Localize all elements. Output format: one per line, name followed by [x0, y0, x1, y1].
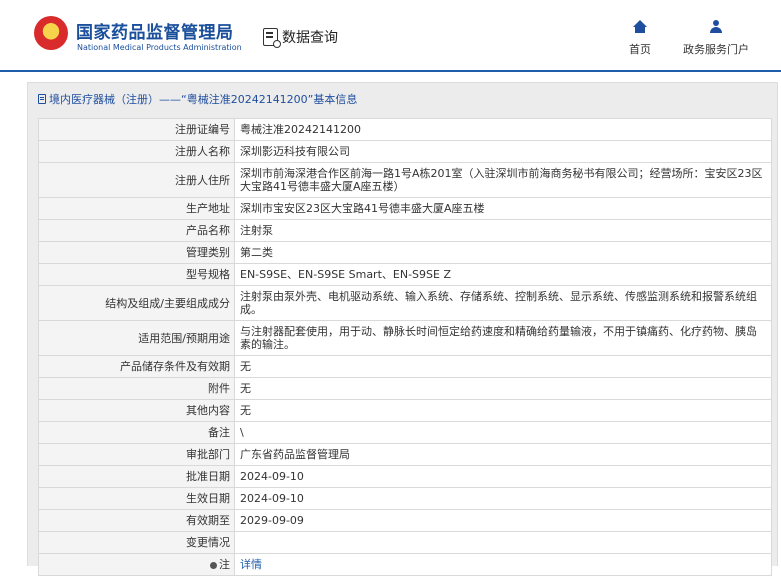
- document-search-icon: [263, 28, 281, 48]
- field-value: 粤械注准20242141200: [234, 118, 772, 141]
- table-row: 注册人名称 深圳影迈科技有限公司: [38, 140, 772, 163]
- field-value: 深圳市宝安区23区大宝路41号德丰盛大厦A座五楼: [234, 197, 772, 220]
- field-value: 与注射器配套使用，用于动、静脉长时间恒定给药速度和精确给药量输液，不用于镇痛药、…: [234, 320, 772, 356]
- table-row: 适用范围/预期用途 与注射器配套使用，用于动、静脉长时间恒定给药速度和精确给药量输…: [38, 320, 772, 356]
- field-value: \: [234, 421, 772, 444]
- table-row: 注册证编号 粤械注准20242141200: [38, 118, 772, 141]
- table-row: 产品储存条件及有效期无: [38, 355, 772, 378]
- field-value: 深圳市前海深港合作区前海一路1号A栋201室（入驻深圳市前海商务秘书有限公司；经…: [234, 162, 772, 198]
- field-label: 备注: [38, 421, 235, 444]
- table-row: 注册人住所 深圳市前海深港合作区前海一路1号A栋201室（入驻深圳市前海商务秘书有…: [38, 162, 772, 198]
- field-value: 第二类: [234, 241, 772, 264]
- field-value: 广东省药品监督管理局: [234, 443, 772, 466]
- detail-panel: 境内医疗器械（注册）——“粤械注准20242141200”基本信息 注册证编号粤…: [27, 82, 778, 576]
- field-value: 无: [234, 377, 772, 400]
- table-row: 产品名称 注射泵: [38, 219, 772, 242]
- document-icon: [38, 94, 46, 104]
- field-label-note: 注: [38, 553, 235, 576]
- field-label: 其他内容: [38, 399, 235, 422]
- field-value: 无: [234, 399, 772, 422]
- field-value: 注射泵由泵外壳、电机驱动系统、输入系统、存储系统、控制系统、显示系统、传感监测系…: [234, 285, 772, 321]
- brand-name-cn[interactable]: 国家药品监督管理局: [76, 18, 234, 43]
- field-label: 审批部门: [38, 443, 235, 466]
- nav-service-portal-link[interactable]: 政务服务门户: [678, 20, 754, 57]
- field-label: 生效日期: [38, 487, 235, 510]
- field-label: 结构及组成/主要组成成分: [38, 285, 235, 321]
- data-query-title: 数据查询: [263, 26, 338, 48]
- national-emblem-logo: ★: [34, 16, 68, 50]
- table-row: 备注 \: [38, 421, 772, 444]
- brand-name-en: National Medical Products Administration: [77, 43, 242, 52]
- details-link[interactable]: 详情: [240, 558, 262, 571]
- table-row: 变更情况: [38, 531, 772, 554]
- field-value: [234, 531, 772, 554]
- field-value: 无: [234, 355, 772, 378]
- table-row: 型号规格 EN-S9SE、EN-S9SE Smart、EN-S9SE Z: [38, 263, 772, 286]
- table-row: 附件无: [38, 377, 772, 400]
- field-label: 产品储存条件及有效期: [38, 355, 235, 378]
- nav-home-label: 首页: [629, 43, 651, 56]
- field-label: 有效期至: [38, 509, 235, 532]
- field-label: 注册人住所: [38, 162, 235, 198]
- table-row: 注详情: [38, 553, 772, 576]
- breadcrumb-text: 境内医疗器械（注册）——“粤械注准20242141200”基本信息: [49, 93, 358, 106]
- field-value: EN-S9SE、EN-S9SE Smart、EN-S9SE Z: [234, 263, 772, 286]
- table-row: 批准日期 2024-09-10: [38, 465, 772, 488]
- field-label: 适用范围/预期用途: [38, 320, 235, 356]
- nav-service-portal-label: 政务服务门户: [683, 43, 749, 56]
- field-value-note: 详情: [234, 553, 772, 576]
- home-icon: [633, 20, 647, 36]
- field-label: 批准日期: [38, 465, 235, 488]
- field-label: 管理类别: [38, 241, 235, 264]
- field-label: 变更情况: [38, 531, 235, 554]
- field-label: 注册人名称: [38, 140, 235, 163]
- field-label: 生产地址: [38, 197, 235, 220]
- table-row: 生效日期 2024-09-10: [38, 487, 772, 510]
- table-row: 有效期至 2029-09-09: [38, 509, 772, 532]
- field-value: 2029-09-09: [234, 509, 772, 532]
- field-value: 注射泵: [234, 219, 772, 242]
- field-label: 型号规格: [38, 263, 235, 286]
- field-value: 2024-09-10: [234, 487, 772, 510]
- field-label: 产品名称: [38, 219, 235, 242]
- field-value: 2024-09-10: [234, 465, 772, 488]
- site-header: ★ 国家药品监督管理局 National Medical Products Ad…: [0, 0, 781, 72]
- field-label: 注册证编号: [38, 118, 235, 141]
- table-row: 管理类别 第二类: [38, 241, 772, 264]
- table-row: 生产地址 深圳市宝安区23区大宝路41号德丰盛大厦A座五楼: [38, 197, 772, 220]
- data-query-label: 数据查询: [282, 30, 338, 46]
- note-label: 注: [219, 558, 230, 571]
- table-row: 其他内容无: [38, 399, 772, 422]
- nav-home-link[interactable]: 首页: [626, 20, 654, 57]
- breadcrumb: 境内医疗器械（注册）——“粤械注准20242141200”基本信息: [38, 91, 357, 107]
- table-row: 审批部门 广东省药品监督管理局: [38, 443, 772, 466]
- field-label: 附件: [38, 377, 235, 400]
- user-icon: [709, 20, 723, 36]
- registration-info-table: 注册证编号 粤械注准20242141200 注册人名称 深圳影迈科技有限公司 注册人住所…: [38, 118, 772, 576]
- table-row: 结构及组成/主要组成成分 注射泵由泵外壳、电机驱动系统、输入系统、存储系统、控制系…: [38, 285, 772, 321]
- field-value: 深圳影迈科技有限公司: [234, 140, 772, 163]
